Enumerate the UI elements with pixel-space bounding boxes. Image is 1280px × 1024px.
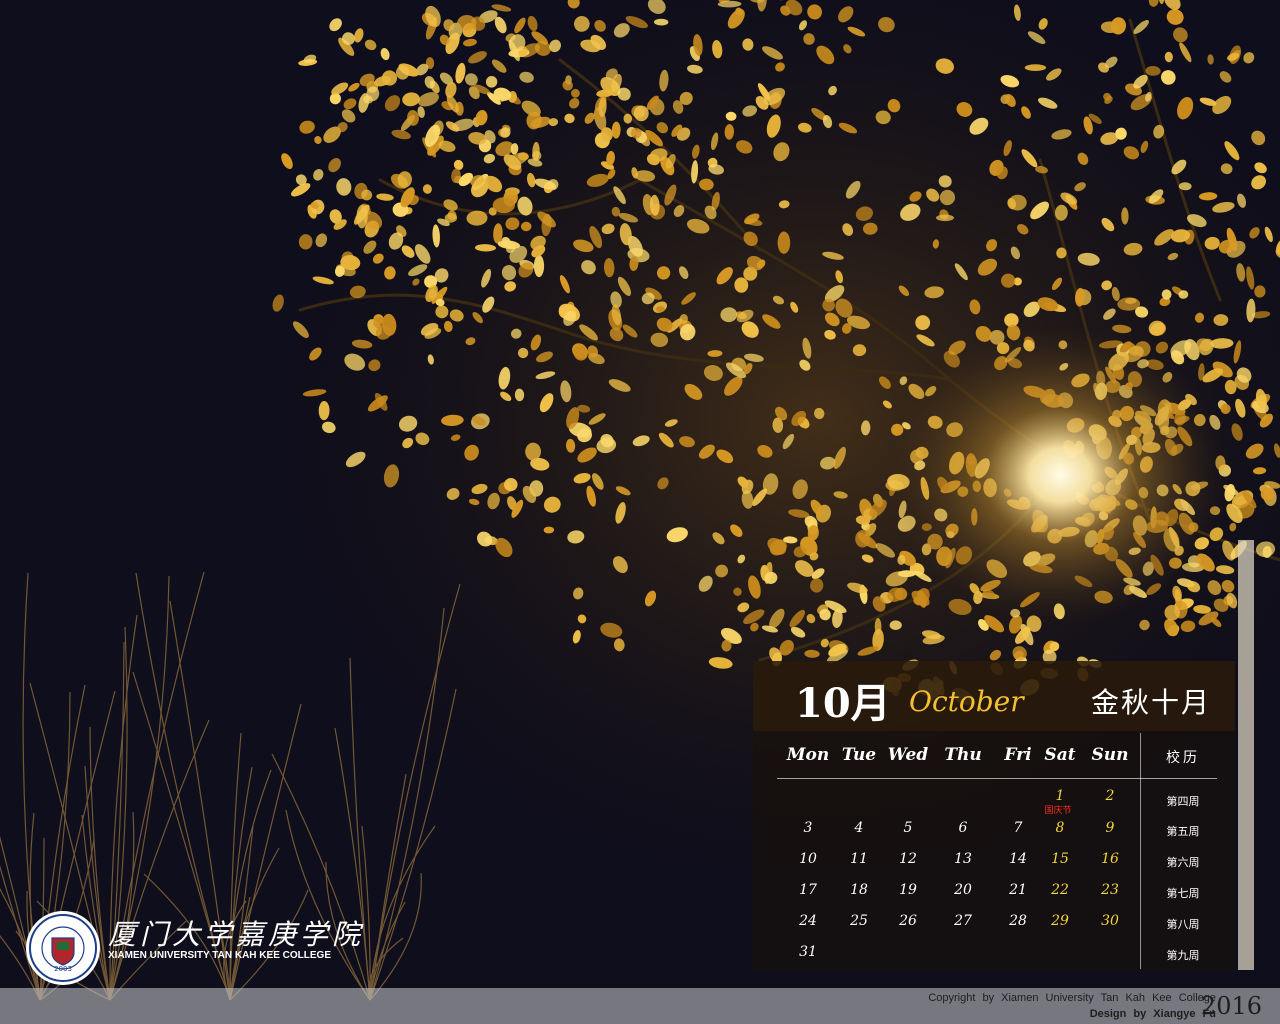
calendar-day: 20 (954, 882, 972, 898)
week-number-label: 第九周 (1166, 949, 1200, 962)
calendar-day: 17 (799, 882, 817, 898)
calendar-day: 19 (899, 882, 917, 898)
calendar-day: 23 (1101, 882, 1119, 898)
calendar-day: 26 (899, 913, 917, 929)
calendar-year: 2016 (1200, 992, 1262, 1020)
week-number-label: 第七周 (1166, 887, 1200, 900)
college-name-chinese: 厦门大学嘉庚学院 (108, 918, 365, 951)
calendar-day: 3 (803, 820, 813, 836)
calendar-day: 24 (799, 913, 817, 929)
month-english: October (909, 685, 1024, 718)
calendar-day: 28 (1009, 913, 1027, 929)
weekday-sat: Sat (1044, 745, 1076, 765)
weekday-tue: Tue (841, 745, 877, 765)
calendar-day: 25 (850, 913, 868, 929)
header-divider (777, 778, 1217, 779)
school-calendar-label: 校历 (1166, 750, 1200, 766)
lamp-post (1238, 540, 1254, 970)
week-number-label: 第八周 (1166, 918, 1200, 931)
designer-credit: Design by Xiangye Fu (1089, 1008, 1216, 1020)
weekday-mon: Mon (786, 745, 830, 765)
calendar-day: 18 (850, 882, 868, 898)
weekday-sun: Sun (1091, 745, 1129, 765)
calendar-day: 9 (1105, 820, 1115, 836)
holiday-note: 国庆节 (1044, 806, 1072, 816)
weekday-thu: Thu (944, 745, 982, 765)
calendar-day: 14 (1009, 851, 1027, 867)
calendar-day: 15 (1051, 851, 1069, 867)
calendar-day: 11 (850, 851, 868, 867)
calendar-day: 12 (899, 851, 917, 867)
week-number-label: 第四周 (1166, 795, 1200, 808)
week-number-label: 第五周 (1166, 825, 1200, 838)
seal-year: 2003 (54, 965, 72, 973)
weekday-wed: Wed (887, 745, 929, 765)
calendar-panel: 10月 October 金秋十月 Mon Tue Wed Thu Fri Sat Sun 校… (753, 661, 1235, 972)
calendar-day: 4 (854, 820, 864, 836)
calendar-day: 29 (1051, 913, 1069, 929)
calendar-day: 31 (799, 944, 817, 960)
calendar-day: 13 (954, 851, 972, 867)
footer-bar: Copyright by Xiamen University Tan Kah K… (0, 988, 1280, 1024)
calendar-day: 2 (1105, 788, 1115, 804)
calendar-day: 30 (1101, 913, 1119, 929)
calendar-day: 7 (1013, 820, 1023, 836)
calendar-header: 10月 October 金秋十月 (753, 661, 1235, 731)
week-number-label: 第六周 (1166, 856, 1200, 869)
calendar-day: 22 (1051, 882, 1069, 898)
calendar-day: 6 (958, 820, 968, 836)
copyright-text: Copyright by Xiamen University Tan Kah K… (928, 992, 1216, 1004)
calendar-day: 8 (1055, 820, 1065, 836)
calendar-day: 21 (1009, 882, 1027, 898)
calendar-day: 16 (1101, 851, 1119, 867)
month-number: 10月 (795, 680, 891, 727)
calendar-day: 5 (903, 820, 913, 836)
college-seal-icon: 2003 (26, 911, 100, 985)
calendar-day: 1 (1055, 788, 1065, 804)
college-name-english: XIAMEN UNIVERSITY TAN KAH KEE COLLEGE (108, 950, 331, 961)
column-divider (1140, 733, 1141, 969)
month-chinese-title: 金秋十月 (1091, 686, 1212, 719)
calendar-day: 10 (799, 851, 817, 867)
street-lamp-glow (890, 325, 1230, 625)
calendar-day: 27 (954, 913, 972, 929)
